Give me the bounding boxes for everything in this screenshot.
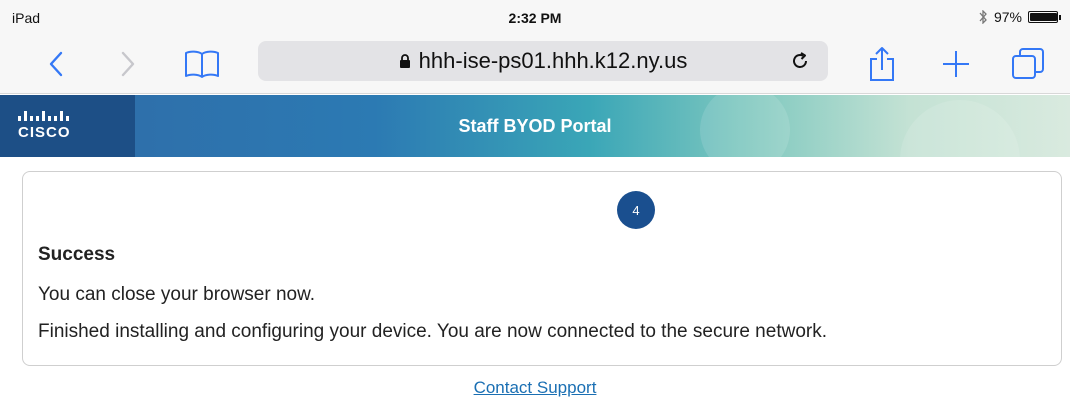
clock: 2:32 PM bbox=[508, 10, 562, 26]
status-bar: iPad 2:32 PM 97% bbox=[0, 0, 1070, 36]
share-icon bbox=[870, 47, 894, 81]
back-icon bbox=[49, 51, 63, 77]
step-badge: 4 bbox=[617, 191, 655, 229]
contact-support-link[interactable]: Contact Support bbox=[0, 378, 1070, 398]
back-button[interactable] bbox=[36, 44, 76, 84]
new-tab-button[interactable] bbox=[936, 44, 976, 84]
lock-icon bbox=[399, 54, 410, 68]
reload-button[interactable] bbox=[786, 47, 814, 75]
status-indicators: 97% bbox=[978, 9, 1061, 25]
new-tab-icon bbox=[943, 51, 969, 77]
forward-button[interactable] bbox=[108, 44, 148, 84]
portal-title: Staff BYOD Portal bbox=[458, 116, 612, 136]
battery-icon bbox=[1028, 11, 1061, 23]
share-button[interactable] bbox=[862, 44, 902, 84]
address-bar[interactable]: hhh-ise-ps01.hhh.k12.ny.us bbox=[258, 41, 828, 81]
bookmarks-icon bbox=[185, 50, 219, 78]
battery-percent: 97% bbox=[993, 9, 1022, 25]
tabs-button[interactable] bbox=[1008, 44, 1048, 84]
reload-icon bbox=[793, 52, 807, 68]
browser-toolbar: hhh-ise-ps01.hhh.k12.ny.us bbox=[0, 36, 1070, 94]
success-card: 4 Success You can close your browser now… bbox=[22, 171, 1062, 366]
success-heading: Success bbox=[38, 244, 116, 265]
connected-message: Finished installing and configuring your… bbox=[38, 321, 827, 342]
portal-header: CISCO Staff BYOD Portal bbox=[0, 95, 1070, 157]
forward-icon bbox=[121, 51, 135, 77]
tabs-icon bbox=[1012, 48, 1044, 79]
bookmarks-button[interactable] bbox=[182, 44, 222, 84]
bluetooth-icon bbox=[979, 10, 987, 24]
close-browser-message: You can close your browser now. bbox=[38, 284, 316, 305]
url-text: hhh-ise-ps01.hhh.k12.ny.us bbox=[418, 48, 688, 73]
